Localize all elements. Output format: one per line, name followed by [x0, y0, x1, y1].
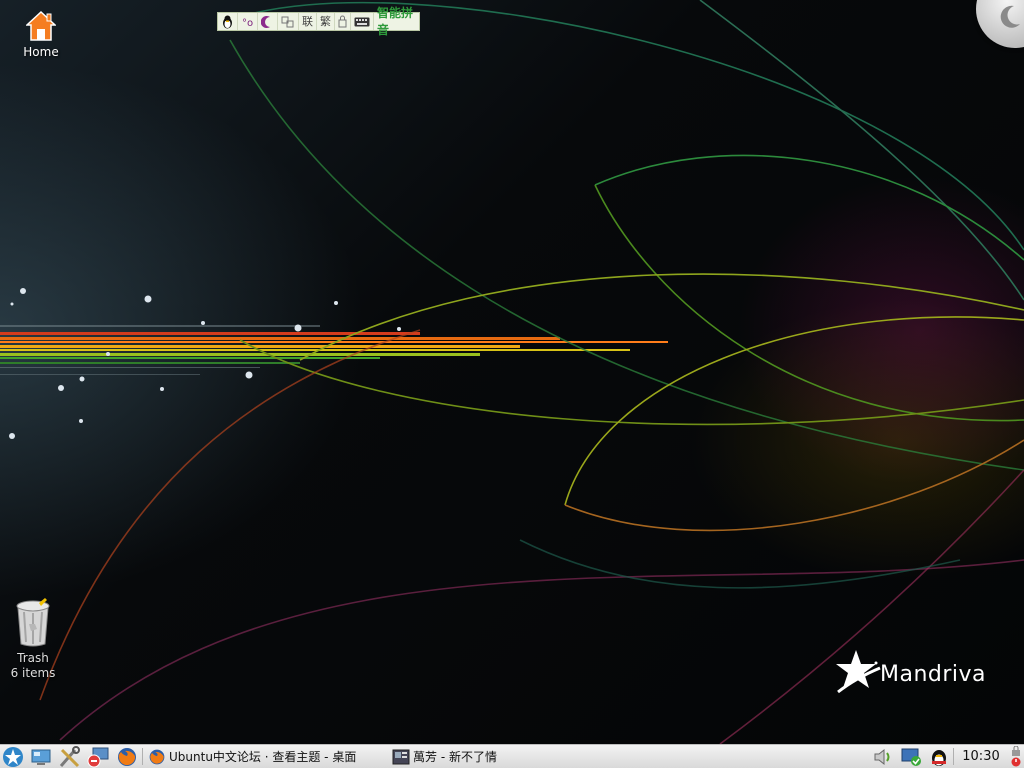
desktop-icon — [31, 749, 51, 765]
penguin-icon — [932, 749, 946, 766]
tools-icon — [59, 745, 80, 767]
star-menu-icon — [3, 746, 23, 767]
desktop[interactable]: °o 联 繁 智能拼音 Home Trash 6 items Mandriva — [0, 0, 1024, 744]
home-icon — [25, 10, 57, 41]
control-center-icon — [87, 747, 109, 767]
show-desktop-button[interactable] — [30, 746, 52, 767]
lock-screen-icon[interactable] — [1010, 746, 1022, 756]
ime-penguin-icon[interactable] — [218, 13, 238, 30]
desktop-icon-label: Trash — [17, 651, 49, 665]
network-check-icon — [901, 748, 921, 766]
system-config-launcher-button[interactable] — [86, 746, 110, 767]
task-firefox-window[interactable]: Ubuntu中文论坛 · 查看主题 - 桌面 — [148, 746, 380, 767]
mandriva-logo: Mandriva — [830, 648, 1000, 708]
svg-text:°o: °o — [242, 18, 253, 29]
firefox-launcher-button[interactable] — [116, 746, 138, 767]
taskbar-separator — [142, 748, 143, 765]
desktop-icon-sublabel: 6 items — [10, 666, 56, 680]
task-label: 萬芳 - 新不了情 — [413, 750, 497, 764]
session-buttons[interactable] — [1008, 746, 1024, 767]
firefox-icon — [149, 749, 165, 764]
ime-punctuation-icon[interactable]: °o — [238, 13, 258, 30]
logout-icon[interactable] — [1010, 756, 1022, 767]
ime-halfwidth-moon-icon[interactable] — [258, 13, 278, 30]
tools-launcher-button[interactable] — [58, 745, 82, 767]
ime-soft-keyboard-switch-icon[interactable] — [278, 13, 299, 30]
task-label: Ubuntu中文论坛 · 查看主题 - 桌面 — [169, 750, 357, 764]
desktop-icon-trash[interactable]: Trash 6 items — [0, 598, 66, 681]
wallpaper — [0, 0, 1024, 744]
taskbar-separator — [953, 748, 954, 765]
music-player-icon — [392, 749, 410, 764]
start-menu-button[interactable] — [1, 746, 25, 767]
desktop-icon-home[interactable]: Home — [8, 10, 74, 60]
moon-icon — [1000, 5, 1020, 28]
mandriva-star-icon — [836, 650, 881, 694]
clock[interactable]: 10:30 — [958, 746, 1004, 767]
firefox-icon — [118, 747, 136, 766]
desktop-icon-label: Home — [23, 45, 59, 59]
ime-toolbar[interactable]: °o 联 繁 智能拼音 — [217, 6, 420, 37]
network-tray-button[interactable] — [900, 746, 924, 767]
volume-tray-button[interactable] — [872, 746, 894, 767]
ime-traditional-button[interactable]: 繁 — [317, 13, 335, 30]
taskbar[interactable]: Ubuntu中文论坛 · 查看主题 - 桌面 萬芳 - 新不了情 10:30 — [0, 744, 1024, 768]
speaker-icon — [874, 748, 890, 765]
qq-tray-button[interactable] — [928, 746, 950, 767]
trash-icon — [16, 598, 50, 647]
wallpaper-leaf-curves — [39, 0, 1024, 744]
ime-keyboard-icon[interactable] — [351, 13, 374, 30]
task-music-player-window[interactable]: 萬芳 - 新不了情 — [392, 746, 572, 767]
wallpaper-streaks — [0, 325, 668, 375]
ime-association-button[interactable]: 联 — [299, 13, 317, 30]
ime-lock-icon[interactable] — [335, 13, 351, 30]
ime-name[interactable]: 智能拼音 — [374, 6, 419, 37]
mandriva-logo-text: Mandriva — [880, 662, 987, 687]
